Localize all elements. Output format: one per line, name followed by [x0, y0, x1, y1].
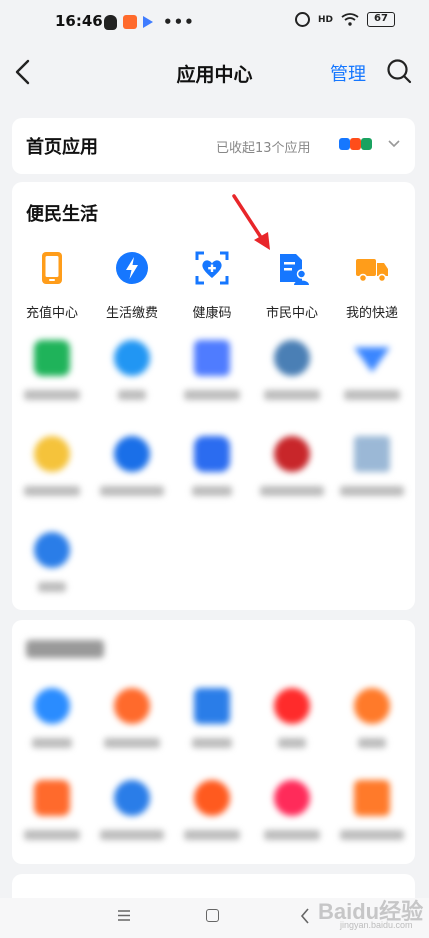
app-blurred[interactable] [172, 780, 252, 840]
app-blurred[interactable] [332, 780, 412, 840]
app-blurred[interactable] [92, 688, 172, 748]
app-blurred-icon [274, 780, 310, 816]
app-blurred[interactable] [332, 688, 412, 748]
app-blurred[interactable] [252, 688, 332, 748]
truck-icon [356, 259, 388, 283]
app-blurred[interactable] [172, 688, 252, 748]
status-time: 16:46 [55, 12, 103, 30]
app-blurred-icon [34, 780, 70, 816]
status-bar: 16:46 ••• HD 67 [0, 0, 429, 44]
manage-button[interactable]: 管理 [330, 60, 366, 86]
phone-icon [42, 252, 62, 284]
search-icon[interactable] [386, 58, 412, 84]
app-health-code[interactable]: 健康码 [172, 250, 252, 321]
annotation-arrow [232, 194, 270, 250]
app-blurred-icon [194, 688, 230, 724]
app-label: 市民中心 [265, 306, 318, 321]
citizen-card-icon [280, 254, 309, 285]
app-blurred-icon [34, 340, 70, 376]
app-blurred[interactable] [12, 780, 92, 840]
section-title: 便民生活 [26, 204, 98, 225]
app-blurred-icon [194, 340, 230, 376]
app-blurred[interactable] [92, 436, 172, 496]
back-icon[interactable] [300, 908, 310, 924]
app-notification-icon [123, 15, 137, 29]
menu-icon[interactable] [118, 910, 130, 921]
more-notifications-icon: ••• [163, 13, 195, 31]
app-blurred-icon [354, 688, 390, 724]
app-recharge-center[interactable]: 充值中心 [12, 250, 92, 321]
app-blurred[interactable] [12, 532, 92, 592]
collapsed-apps-count: 已收起13个应用 [216, 141, 311, 156]
app-blurred[interactable] [12, 688, 92, 748]
app-blurred-icon [114, 780, 150, 816]
app-blurred-icon [354, 436, 390, 472]
video-notification-icon [143, 16, 153, 28]
app-citizen-center[interactable]: 市民中心 [252, 250, 332, 321]
alarm-icon [294, 12, 310, 27]
app-label: 我的快递 [345, 306, 398, 321]
app-blurred[interactable] [252, 340, 332, 400]
app-blurred-icon [354, 347, 390, 373]
app-blurred[interactable] [332, 436, 412, 496]
app-label: 生活缴费 [105, 306, 158, 321]
app-blurred-icon [114, 436, 150, 472]
app-blurred[interactable] [92, 780, 172, 840]
app-blurred[interactable] [172, 436, 252, 496]
home-apps-card[interactable]: 首页应用 已收起13个应用 [12, 118, 415, 174]
health-code-icon [195, 251, 229, 285]
mini-app-icon [350, 138, 361, 150]
app-blurred-icon [34, 436, 70, 472]
app-blurred-icon [34, 532, 70, 568]
life-services-card: 便民生活 充值中心 生活缴费 健康码 市民中心 我的快递 [12, 182, 415, 610]
app-blurred-icon [114, 688, 150, 724]
app-blurred-icon [274, 436, 310, 472]
signal-icon: HD [317, 14, 333, 25]
home-apps-title: 首页应用 [26, 137, 98, 158]
mini-app-icon [339, 138, 350, 150]
app-blurred-icon [34, 688, 70, 724]
nav-bar: 应用中心 管理 [0, 44, 429, 100]
app-blurred-icon [194, 780, 230, 816]
app-blurred[interactable] [252, 780, 332, 840]
shopping-card [12, 620, 415, 864]
app-my-express[interactable]: 我的快递 [332, 250, 412, 321]
watermark-url: jingyan.baidu.com [340, 920, 413, 930]
app-blurred[interactable] [252, 436, 332, 496]
app-blurred[interactable] [92, 340, 172, 400]
wifi-icon [341, 13, 359, 26]
app-blurred-icon [354, 780, 390, 816]
section-title-blurred [26, 640, 104, 658]
app-utility-payment[interactable]: 生活缴费 [92, 250, 172, 321]
battery-icon: 67 [367, 12, 395, 27]
app-blurred[interactable] [12, 436, 92, 496]
app-blurred[interactable] [12, 340, 92, 400]
chevron-down-icon[interactable] [388, 139, 400, 149]
app-blurred-icon [274, 688, 310, 724]
bolt-drop-icon [116, 252, 148, 284]
app-label: 健康码 [192, 306, 232, 321]
app-blurred[interactable] [172, 340, 252, 400]
app-blurred-icon [114, 340, 150, 376]
qq-notification-icon [104, 14, 117, 30]
app-blurred-icon [274, 340, 310, 376]
app-blurred-icon [194, 436, 230, 472]
app-blurred[interactable] [332, 340, 412, 400]
home-icon[interactable] [206, 909, 219, 922]
mini-app-icon [361, 138, 372, 150]
app-label: 充值中心 [25, 306, 78, 321]
